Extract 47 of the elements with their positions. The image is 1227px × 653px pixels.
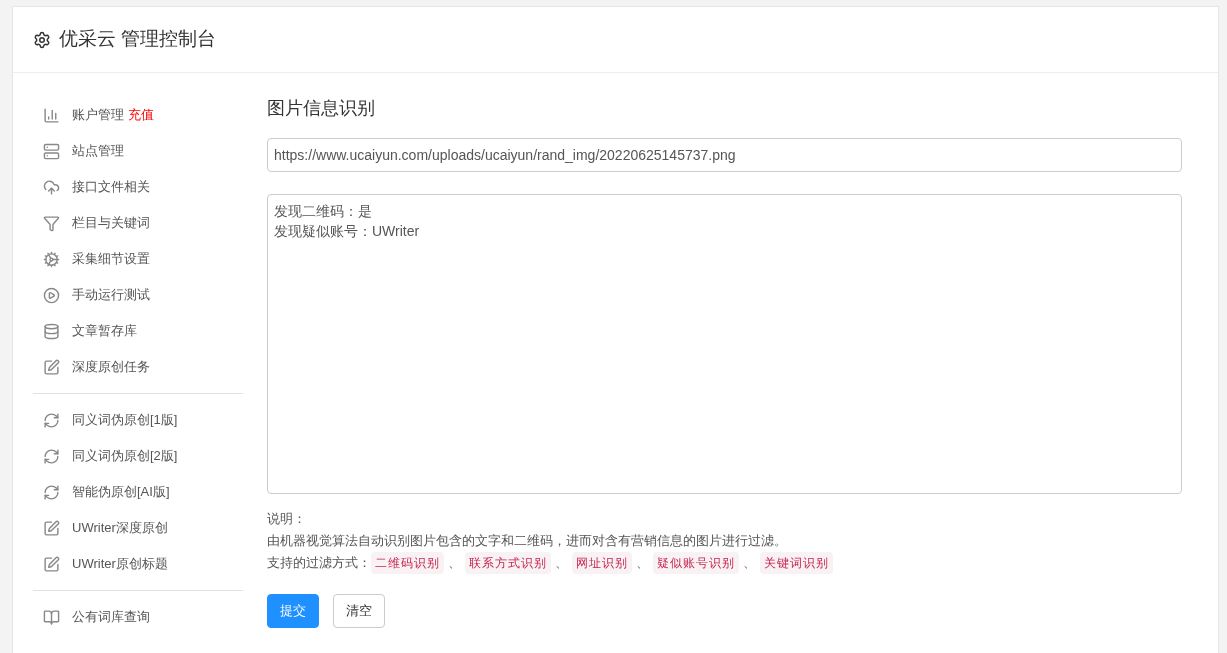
bar-chart-icon — [43, 106, 60, 124]
url-field[interactable]: https://www.ucaiyun.com/uploads/ucaiyun/rand_img/20220625145737.png — [267, 138, 1182, 172]
filter-icon — [43, 214, 60, 232]
book-icon — [43, 608, 60, 626]
result-textarea[interactable]: 发现二维码：是 发现疑似账号：UWriter — [267, 194, 1182, 494]
filter-tag: 关键词识别 — [760, 552, 833, 574]
filter-tag: 联系方式识别 — [465, 552, 551, 574]
notes-heading: 说明： — [267, 511, 307, 528]
sidebar-item[interactable]: 同义词伪原创[2版] — [72, 446, 178, 466]
cloud-upload-icon — [43, 178, 60, 196]
edit-icon — [43, 358, 60, 376]
edit-icon — [43, 519, 60, 537]
refresh-icon — [43, 411, 60, 429]
recharge-link[interactable]: 充值 — [128, 105, 154, 125]
sidebar-item[interactable]: 采集细节设置 — [72, 249, 150, 269]
server-icon — [43, 142, 60, 160]
sidebar-item[interactable]: UWriter深度原创 — [72, 518, 168, 538]
separator: 、 — [448, 555, 461, 572]
sidebar-item[interactable]: 接口文件相关 — [72, 177, 150, 197]
separator: 、 — [636, 555, 649, 572]
play-icon — [43, 286, 60, 304]
separator: 、 — [743, 555, 756, 572]
section-title: 图片信息识别 — [267, 97, 376, 120]
filter-tag: 网址识别 — [572, 552, 632, 574]
sidebar-item[interactable]: 栏目与关键词 — [72, 213, 150, 233]
sidebar-item[interactable]: 站点管理 — [72, 141, 124, 161]
gears-icon — [43, 250, 60, 268]
settings-icon — [33, 30, 51, 49]
edit-icon — [43, 555, 60, 573]
sidebar-item[interactable]: 智能伪原创[AI版] — [72, 482, 170, 502]
filter-tag: 疑似账号识别 — [653, 552, 739, 574]
sidebar-item[interactable]: 公有词库查询 — [72, 607, 150, 627]
methods-label: 支持的过滤方式： — [267, 555, 371, 572]
clear-button[interactable]: 清空 — [333, 594, 385, 628]
filter-tag: 二维码识别 — [371, 552, 444, 574]
separator: 、 — [555, 555, 568, 572]
sidebar-item[interactable]: 文章暂存库 — [72, 321, 137, 341]
refresh-icon — [43, 483, 60, 501]
sidebar-item[interactable]: 手动运行测试 — [72, 285, 150, 305]
sidebar-item[interactable]: 账户管理 — [72, 105, 124, 125]
sidebar-item[interactable]: UWriter原创标题 — [72, 554, 168, 574]
sidebar-item[interactable]: 深度原创任务 — [72, 357, 150, 377]
refresh-icon — [43, 447, 60, 465]
app-title: 优采云 管理控制台 — [59, 27, 217, 52]
database-icon — [43, 322, 60, 340]
sidebar-item[interactable]: 同义词伪原创[1版] — [72, 410, 178, 430]
description-text: 由机器视觉算法自动识别图片包含的文字和二维码，进而对含有营销信息的图片进行过滤。 — [267, 533, 788, 550]
